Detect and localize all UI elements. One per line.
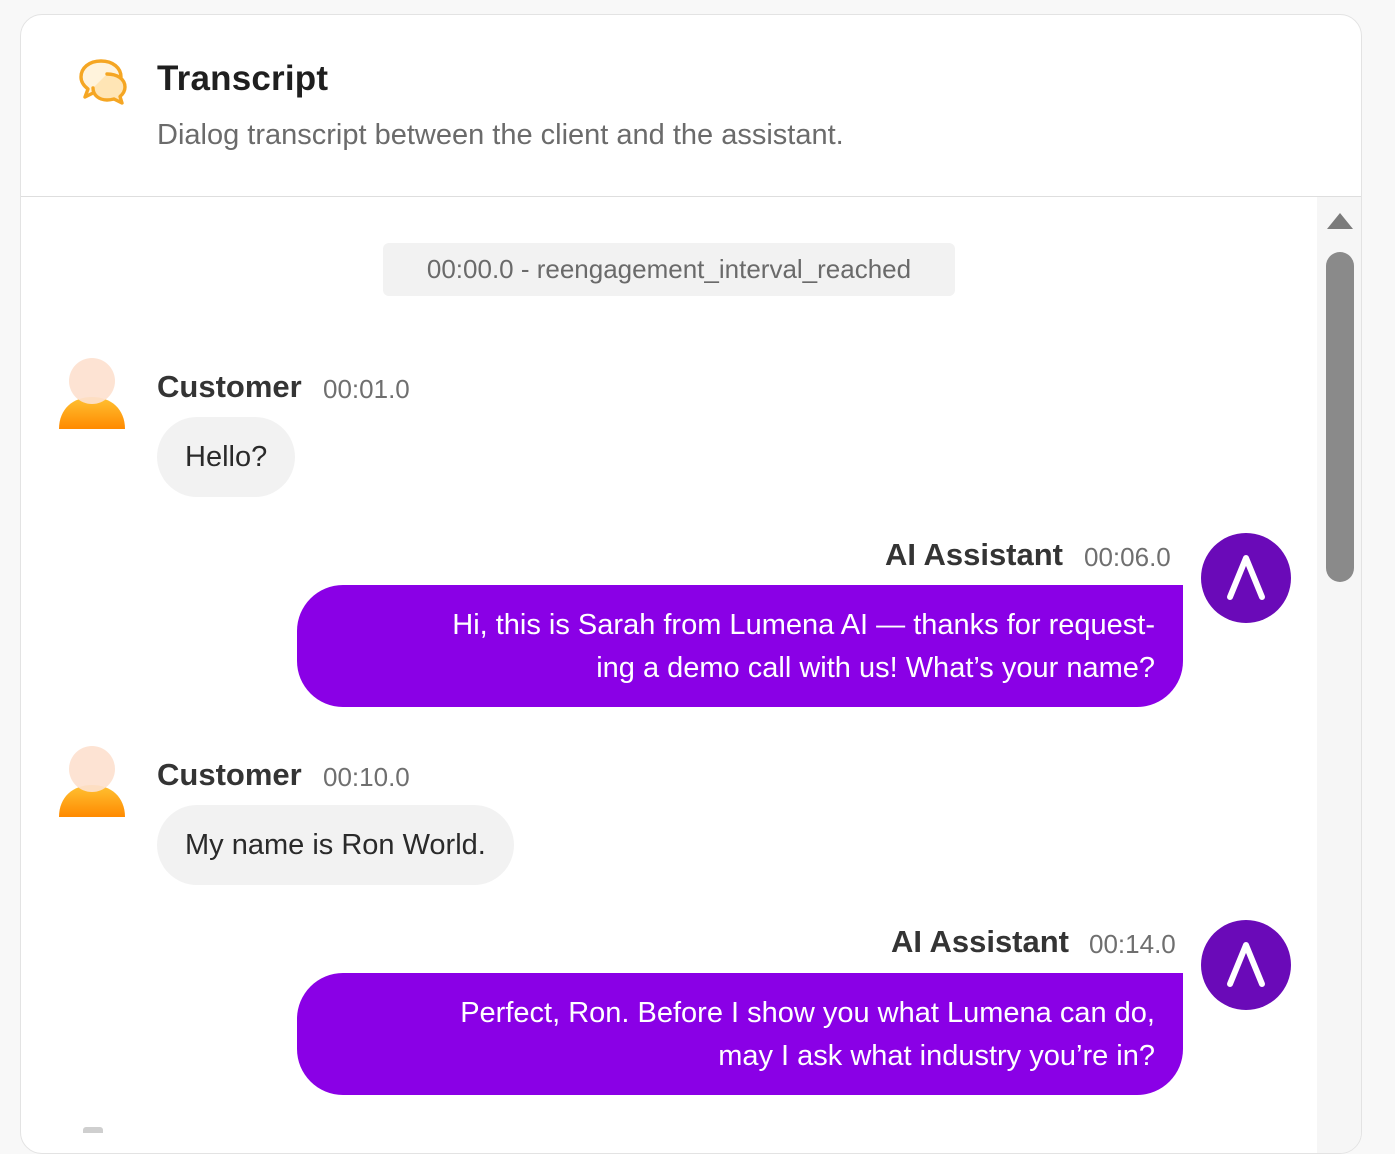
scrollbar-thumb[interactable] bbox=[1326, 252, 1354, 582]
transcript-body[interactable]: 00:00.0 - reengagement_interval_reached … bbox=[21, 197, 1361, 1153]
scroll-up-arrow-icon[interactable] bbox=[1327, 213, 1353, 229]
speaker-name: Customer bbox=[157, 369, 302, 404]
message-time: 00:01.0 bbox=[323, 374, 410, 404]
transcript-card: Transcript Dialog transcript between the… bbox=[20, 14, 1362, 1154]
speaker-name: AI Assistant bbox=[885, 537, 1064, 572]
message-time: 00:14.0 bbox=[1089, 929, 1176, 959]
page-title: Transcript bbox=[157, 59, 329, 98]
customer-avatar bbox=[57, 745, 127, 819]
speaker-name: AI Assistant bbox=[891, 924, 1070, 959]
ai-message-bubble: Hi, this is Sarah from Lumena AI — thank… bbox=[297, 585, 1183, 707]
customer-avatar-partial bbox=[83, 1127, 103, 1133]
speaker-name: Customer bbox=[157, 757, 302, 792]
event-chip: 00:00.0 - reengagement_interval_reached bbox=[383, 243, 955, 296]
transcript-header: Transcript Dialog transcript between the… bbox=[21, 15, 1361, 197]
message-time: 00:10.0 bbox=[323, 762, 410, 792]
ai-message-bubble: Perfect, Ron. Before I show you what Lum… bbox=[297, 973, 1183, 1095]
customer-message-bubble: My name is Ron World. bbox=[157, 805, 514, 885]
customer-message-bubble: Hello? bbox=[157, 417, 296, 497]
ai-assistant-avatar bbox=[1201, 533, 1291, 623]
customer-avatar bbox=[57, 357, 127, 431]
page-subtitle: Dialog transcript between the client and… bbox=[157, 119, 844, 151]
chat-bubbles-icon bbox=[77, 57, 129, 105]
message-line: Hi, this is Sarah from Lumena AI — thank… bbox=[452, 609, 1155, 641]
message-line: ing a demo call with us! What’s your nam… bbox=[596, 652, 1155, 684]
message-time: 00:06.0 bbox=[1084, 542, 1171, 572]
message-line: may I ask what industry you’re in? bbox=[718, 1040, 1155, 1072]
message-line: Perfect, Ron. Before I show you what Lum… bbox=[460, 997, 1155, 1029]
ai-assistant-avatar bbox=[1201, 920, 1291, 1010]
